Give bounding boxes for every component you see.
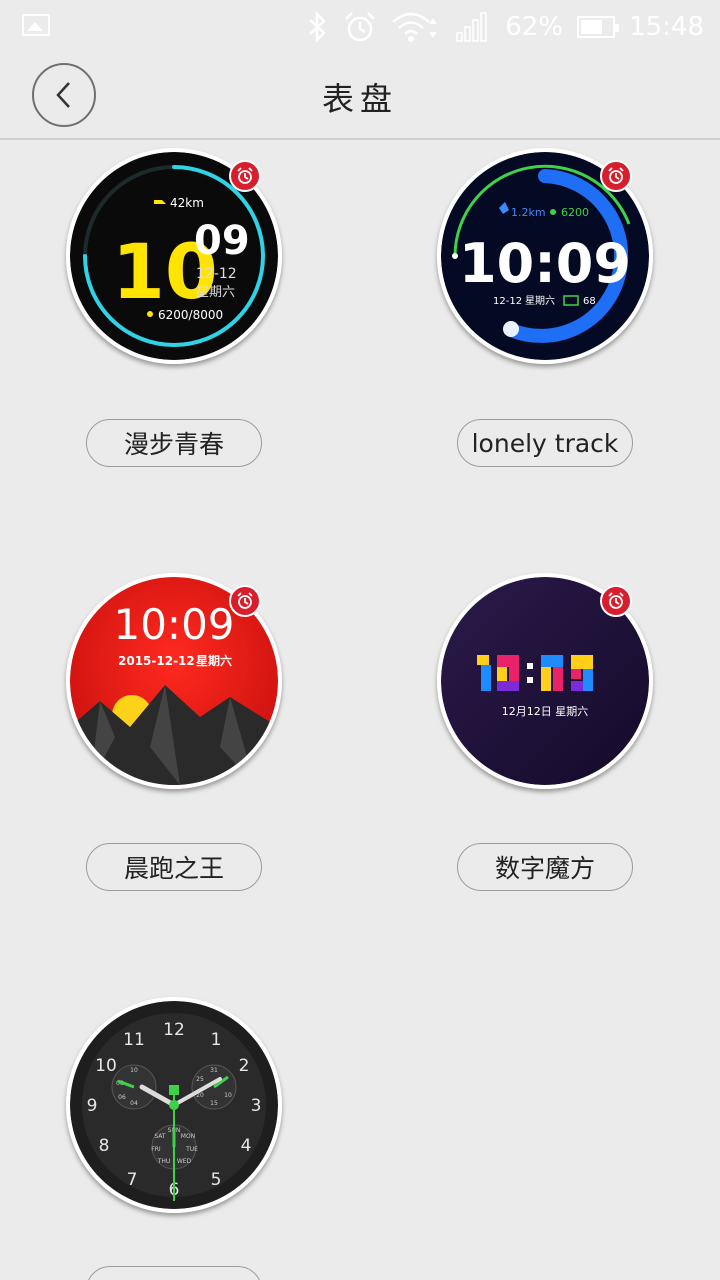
alarm-icon [237, 167, 253, 184]
face-name-button-1[interactable]: 漫步青春 [86, 419, 262, 467]
title-bar: 表盘 [0, 54, 720, 140]
sub-bottom-5: FRI [151, 1146, 161, 1153]
numeral-7: 7 [127, 1170, 138, 1190]
numeral-4: 4 [241, 1136, 252, 1156]
numeral-11: 11 [123, 1030, 145, 1050]
sub-right-3: 15 [210, 1100, 218, 1107]
face1-minute: 09 [194, 218, 250, 264]
numeral-2: 2 [239, 1056, 250, 1076]
face1-steps: 6200/8000 [158, 308, 223, 322]
status-bar: 62% 15:48 [0, 0, 720, 54]
signal-icon [456, 12, 488, 42]
footsteps-icon [147, 311, 153, 317]
footsteps-icon [550, 209, 556, 215]
numeral-12: 12 [163, 1020, 185, 1040]
alarm-badge-3 [229, 585, 261, 617]
sub-right-0: 31 [210, 1067, 218, 1074]
face3-time: 10:09 [113, 600, 234, 649]
page-title: 表盘 [321, 80, 398, 118]
battery-icon [577, 16, 620, 38]
status-icons: 62% 15:48 [307, 0, 704, 54]
face-name-button-5[interactable] [86, 1266, 262, 1280]
face2-steps: 6200 [561, 206, 589, 219]
alarm-icon [345, 12, 376, 42]
clock: 15:48 [629, 12, 704, 42]
sub-bottom-1: MON [181, 1133, 195, 1140]
alarm-icon [608, 167, 624, 184]
face3-weekday: 星期六 [196, 653, 232, 668]
face-name-button-2[interactable]: lonely track [457, 419, 633, 467]
sub-bottom-3: WED [177, 1158, 192, 1165]
face1-date: 12-12 [196, 266, 237, 282]
face4-date: 12月12日 星期六 [502, 705, 589, 718]
alarm-icon [608, 592, 624, 609]
face2-date: 12-12 [493, 296, 522, 307]
watch-face-5[interactable]: 12 1 2 3 4 5 6 7 8 9 10 11 10 08 06 04 3… [66, 997, 282, 1213]
face3-date: 2015-12-12 [118, 654, 195, 668]
numeral-10: 10 [95, 1056, 117, 1076]
numeral-3: 3 [251, 1096, 262, 1116]
face2-distance: 1.2km [511, 206, 546, 219]
sub-right-1: 25 [196, 1076, 204, 1083]
numeral-8: 8 [99, 1136, 110, 1156]
face1-distance: 42km [170, 196, 204, 210]
sub-bottom-2: TUE [185, 1146, 198, 1153]
bluetooth-icon [309, 11, 327, 43]
sub-bottom-6: SAT [154, 1133, 166, 1140]
face2-battery: 68 [583, 296, 596, 307]
numeral-9: 9 [87, 1096, 98, 1116]
face-name-button-3[interactable]: 晨跑之王 [86, 843, 262, 891]
sub-left-2: 06 [118, 1094, 126, 1101]
alarm-badge-1 [229, 160, 261, 192]
alarm-icon [237, 592, 253, 609]
battery-percent: 62% [505, 12, 564, 42]
sub-right-4: 10 [224, 1092, 232, 1099]
alarm-badge-4 [600, 585, 632, 617]
sub-left-0: 10 [130, 1067, 138, 1074]
face2-weekday: 星期六 [525, 295, 555, 307]
sub-left-3: 04 [130, 1100, 138, 1107]
wifi-icon [392, 12, 438, 42]
numeral-1: 1 [211, 1030, 222, 1050]
face2-time: 10:09 [459, 232, 631, 295]
face-name-button-4[interactable]: 数字魔方 [457, 843, 633, 891]
sub-bottom-4: THU [157, 1158, 171, 1165]
gallery-notification-icon [22, 14, 50, 36]
alarm-badge-2 [600, 160, 632, 192]
numeral-5: 5 [211, 1170, 222, 1190]
face1-weekday: 星期六 [196, 285, 235, 300]
